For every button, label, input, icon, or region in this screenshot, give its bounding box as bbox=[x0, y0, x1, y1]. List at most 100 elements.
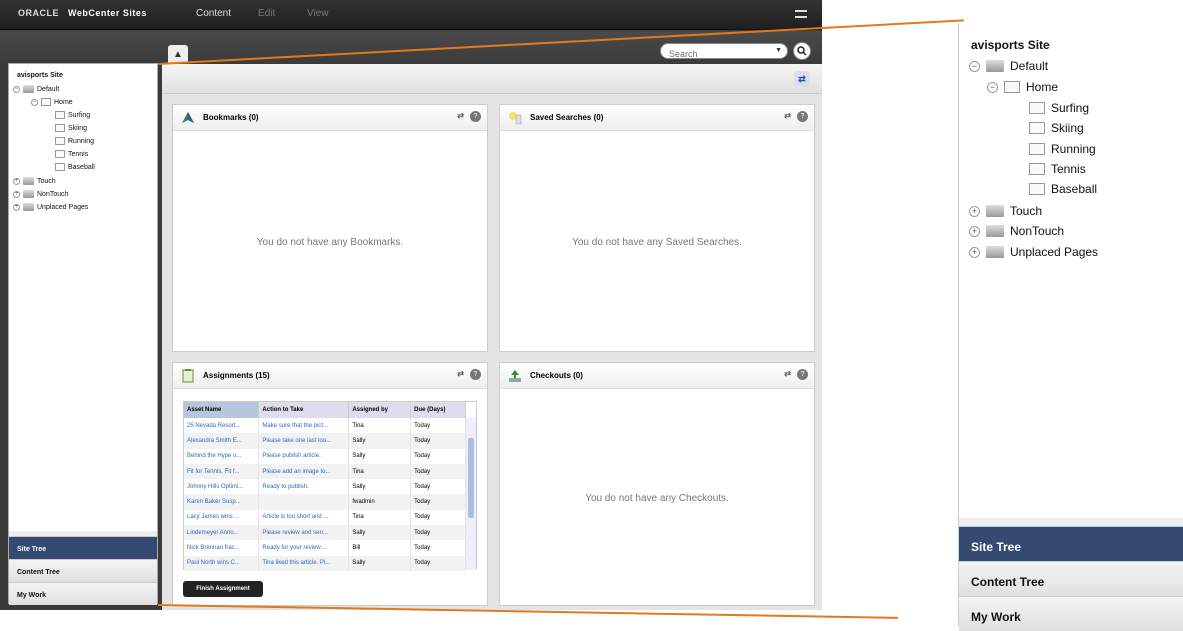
tree-node-surfing[interactable]: Surfing bbox=[1029, 101, 1089, 115]
refresh-icon[interactable]: ⇄ bbox=[457, 111, 464, 122]
action-cell[interactable]: Ready to publish. bbox=[258, 479, 350, 495]
expand-icon[interactable]: + bbox=[13, 203, 20, 211]
search-button[interactable] bbox=[793, 42, 811, 60]
table-row[interactable]: Karen Baker Susp... fwadmin Today bbox=[184, 494, 466, 510]
oracle-logo: ORACLE bbox=[18, 8, 59, 18]
asset-name-cell[interactable]: Fit for Tennis, Fit f... bbox=[184, 463, 260, 480]
tree-node-label: Default bbox=[37, 85, 60, 93]
refresh-icon[interactable]: ⇄ bbox=[784, 369, 791, 380]
help-icon[interactable]: ? bbox=[470, 369, 481, 380]
tree-node-tennis[interactable]: Tennis bbox=[1029, 162, 1086, 176]
refresh-icon[interactable]: ⇄ bbox=[794, 71, 810, 87]
tree-node-baseball[interactable]: Baseball bbox=[1029, 182, 1097, 196]
tree-node-touch[interactable]: + Touch bbox=[969, 204, 1042, 218]
table-row[interactable]: Paul North wins C... Tina liked this arti… bbox=[184, 555, 466, 571]
tree-node-nontouch[interactable]: + NonTouch bbox=[969, 224, 1064, 238]
collapse-icon[interactable]: − bbox=[987, 81, 998, 93]
column-header[interactable]: Action to Take bbox=[258, 402, 350, 418]
asset-name-cell[interactable]: Alexandra Smith E... bbox=[184, 433, 260, 449]
expand-icon[interactable]: + bbox=[13, 177, 20, 185]
asset-name-cell[interactable]: Johnny Hills Optimi... bbox=[184, 479, 260, 495]
table-row[interactable]: Johnny Hills Optimi... Ready to publish. S… bbox=[184, 479, 466, 495]
help-icon[interactable]: ? bbox=[797, 111, 808, 122]
tab-site-tree[interactable]: Site Tree bbox=[959, 526, 1183, 561]
tree-node-baseball[interactable]: Baseball bbox=[55, 163, 95, 171]
assigned-by-cell: Tina bbox=[348, 418, 412, 434]
hamburger-menu-icon[interactable] bbox=[795, 10, 807, 18]
collapse-up-icon[interactable]: ▲ bbox=[168, 45, 188, 63]
tree-node-running[interactable]: Running bbox=[55, 137, 94, 145]
tab-content-tree[interactable]: Content Tree bbox=[9, 559, 157, 582]
tree-node-nontouch[interactable]: + NonTouch bbox=[13, 190, 69, 198]
asset-name-cell[interactable]: Paul North wins C... bbox=[184, 555, 260, 571]
tree-node-skiing[interactable]: Skiing bbox=[55, 124, 87, 132]
action-cell[interactable]: Please review and sen... bbox=[258, 525, 350, 541]
action-cell[interactable]: Please add an image to... bbox=[258, 463, 350, 480]
action-cell[interactable]: Make sure that the pict... bbox=[258, 418, 350, 434]
table-row[interactable]: Alexandra Smith E... Please take one last… bbox=[184, 433, 466, 449]
tree-node-home[interactable]: − Home bbox=[31, 98, 73, 106]
tree-node-home[interactable]: − Home bbox=[987, 80, 1058, 94]
action-cell[interactable] bbox=[258, 494, 350, 510]
tab-content-tree[interactable]: Content Tree bbox=[959, 561, 1183, 596]
refresh-icon[interactable]: ⇄ bbox=[457, 369, 464, 380]
column-header[interactable]: Assigned by bbox=[348, 402, 412, 418]
grid-scrollbar[interactable] bbox=[466, 418, 476, 570]
asset-name-cell[interactable]: Karen Baker Susp... bbox=[184, 494, 260, 510]
asset-name-cell[interactable]: Behind the Hype o... bbox=[184, 448, 260, 464]
help-icon[interactable]: ? bbox=[470, 111, 481, 122]
column-header[interactable]: Asset Name bbox=[184, 402, 260, 418]
action-cell[interactable]: Article is too short and ... bbox=[258, 509, 350, 526]
assigned-by-cell: fwadmin bbox=[348, 494, 412, 510]
column-header[interactable]: Due (Days) bbox=[410, 402, 466, 418]
search-dropdown-icon[interactable]: ▼ bbox=[775, 47, 782, 54]
table-row[interactable]: 25 Nevada Resort... Make sure that the pi… bbox=[184, 418, 466, 434]
checkout-icon bbox=[509, 369, 521, 382]
action-cell[interactable]: Please take one last loo... bbox=[258, 433, 350, 449]
asset-name-cell[interactable]: Nick Brennan frac... bbox=[184, 540, 260, 556]
table-row[interactable]: Lacy James wins ... Article is too short … bbox=[184, 509, 466, 526]
tree-node-running[interactable]: Running bbox=[1029, 142, 1096, 156]
page-icon bbox=[1029, 102, 1045, 114]
table-row[interactable]: Lindemeyer Anno... Please review and sen.… bbox=[184, 525, 466, 541]
scrollbar-thumb[interactable] bbox=[468, 438, 474, 518]
top-bar: ORACLE WebCenter Sites Content Edit View bbox=[0, 0, 822, 30]
menu-content[interactable]: Content bbox=[196, 8, 231, 19]
menu-view[interactable]: View bbox=[307, 8, 329, 19]
tree-node-unplaced-pages[interactable]: + Unplaced Pages bbox=[969, 245, 1098, 259]
tree-node-default[interactable]: − Default bbox=[13, 85, 59, 93]
due-cell: Today bbox=[410, 418, 466, 434]
help-icon[interactable]: ? bbox=[797, 369, 808, 380]
collapse-icon[interactable]: − bbox=[969, 60, 980, 72]
empty-message: You do not have any Checkouts. bbox=[585, 493, 729, 504]
menu-edit[interactable]: Edit bbox=[258, 8, 275, 19]
tree-node-skiing[interactable]: Skiing bbox=[1029, 121, 1084, 135]
tree-node-surfing[interactable]: Surfing bbox=[55, 111, 90, 119]
asset-name-cell[interactable]: Lacy James wins ... bbox=[184, 509, 260, 526]
asset-name-cell[interactable]: Lindemeyer Anno... bbox=[184, 525, 260, 541]
table-row[interactable]: Behind the Hype o... Please publish artic… bbox=[184, 448, 466, 464]
expand-icon[interactable]: + bbox=[969, 225, 980, 237]
search-input[interactable] bbox=[661, 47, 761, 61]
collapse-icon[interactable]: − bbox=[31, 98, 38, 106]
tree-node-tennis[interactable]: Tennis bbox=[55, 150, 88, 158]
expand-icon[interactable]: + bbox=[969, 205, 980, 217]
asset-name-cell[interactable]: 25 Nevada Resort... bbox=[184, 418, 260, 434]
panel-resize-handle[interactable] bbox=[959, 518, 1183, 526]
collapse-icon[interactable]: − bbox=[13, 85, 20, 93]
action-cell[interactable]: Please publish article. bbox=[258, 448, 350, 464]
tab-site-tree[interactable]: Site Tree bbox=[9, 536, 157, 559]
tree-node-touch[interactable]: + Touch bbox=[13, 177, 56, 185]
action-cell[interactable]: Ready for your review.... bbox=[258, 540, 350, 556]
table-row[interactable]: Fit for Tennis, Fit f... Please add an im… bbox=[184, 463, 466, 480]
tab-my-work[interactable]: My Work bbox=[9, 582, 157, 605]
finish-assignment-button[interactable]: Finish Assignment bbox=[183, 581, 263, 597]
action-cell[interactable]: Tina liked this article. Pl... bbox=[258, 555, 350, 571]
tree-node-unplaced-pages[interactable]: + Unplaced Pages bbox=[13, 203, 88, 211]
table-row[interactable]: Nick Brennan frac... Ready for your revie… bbox=[184, 540, 466, 556]
refresh-icon[interactable]: ⇄ bbox=[784, 111, 791, 122]
tree-node-label: Tennis bbox=[68, 150, 89, 158]
tree-node-default[interactable]: − Default bbox=[969, 59, 1048, 73]
expand-icon[interactable]: + bbox=[13, 190, 20, 198]
expand-icon[interactable]: + bbox=[969, 246, 980, 258]
